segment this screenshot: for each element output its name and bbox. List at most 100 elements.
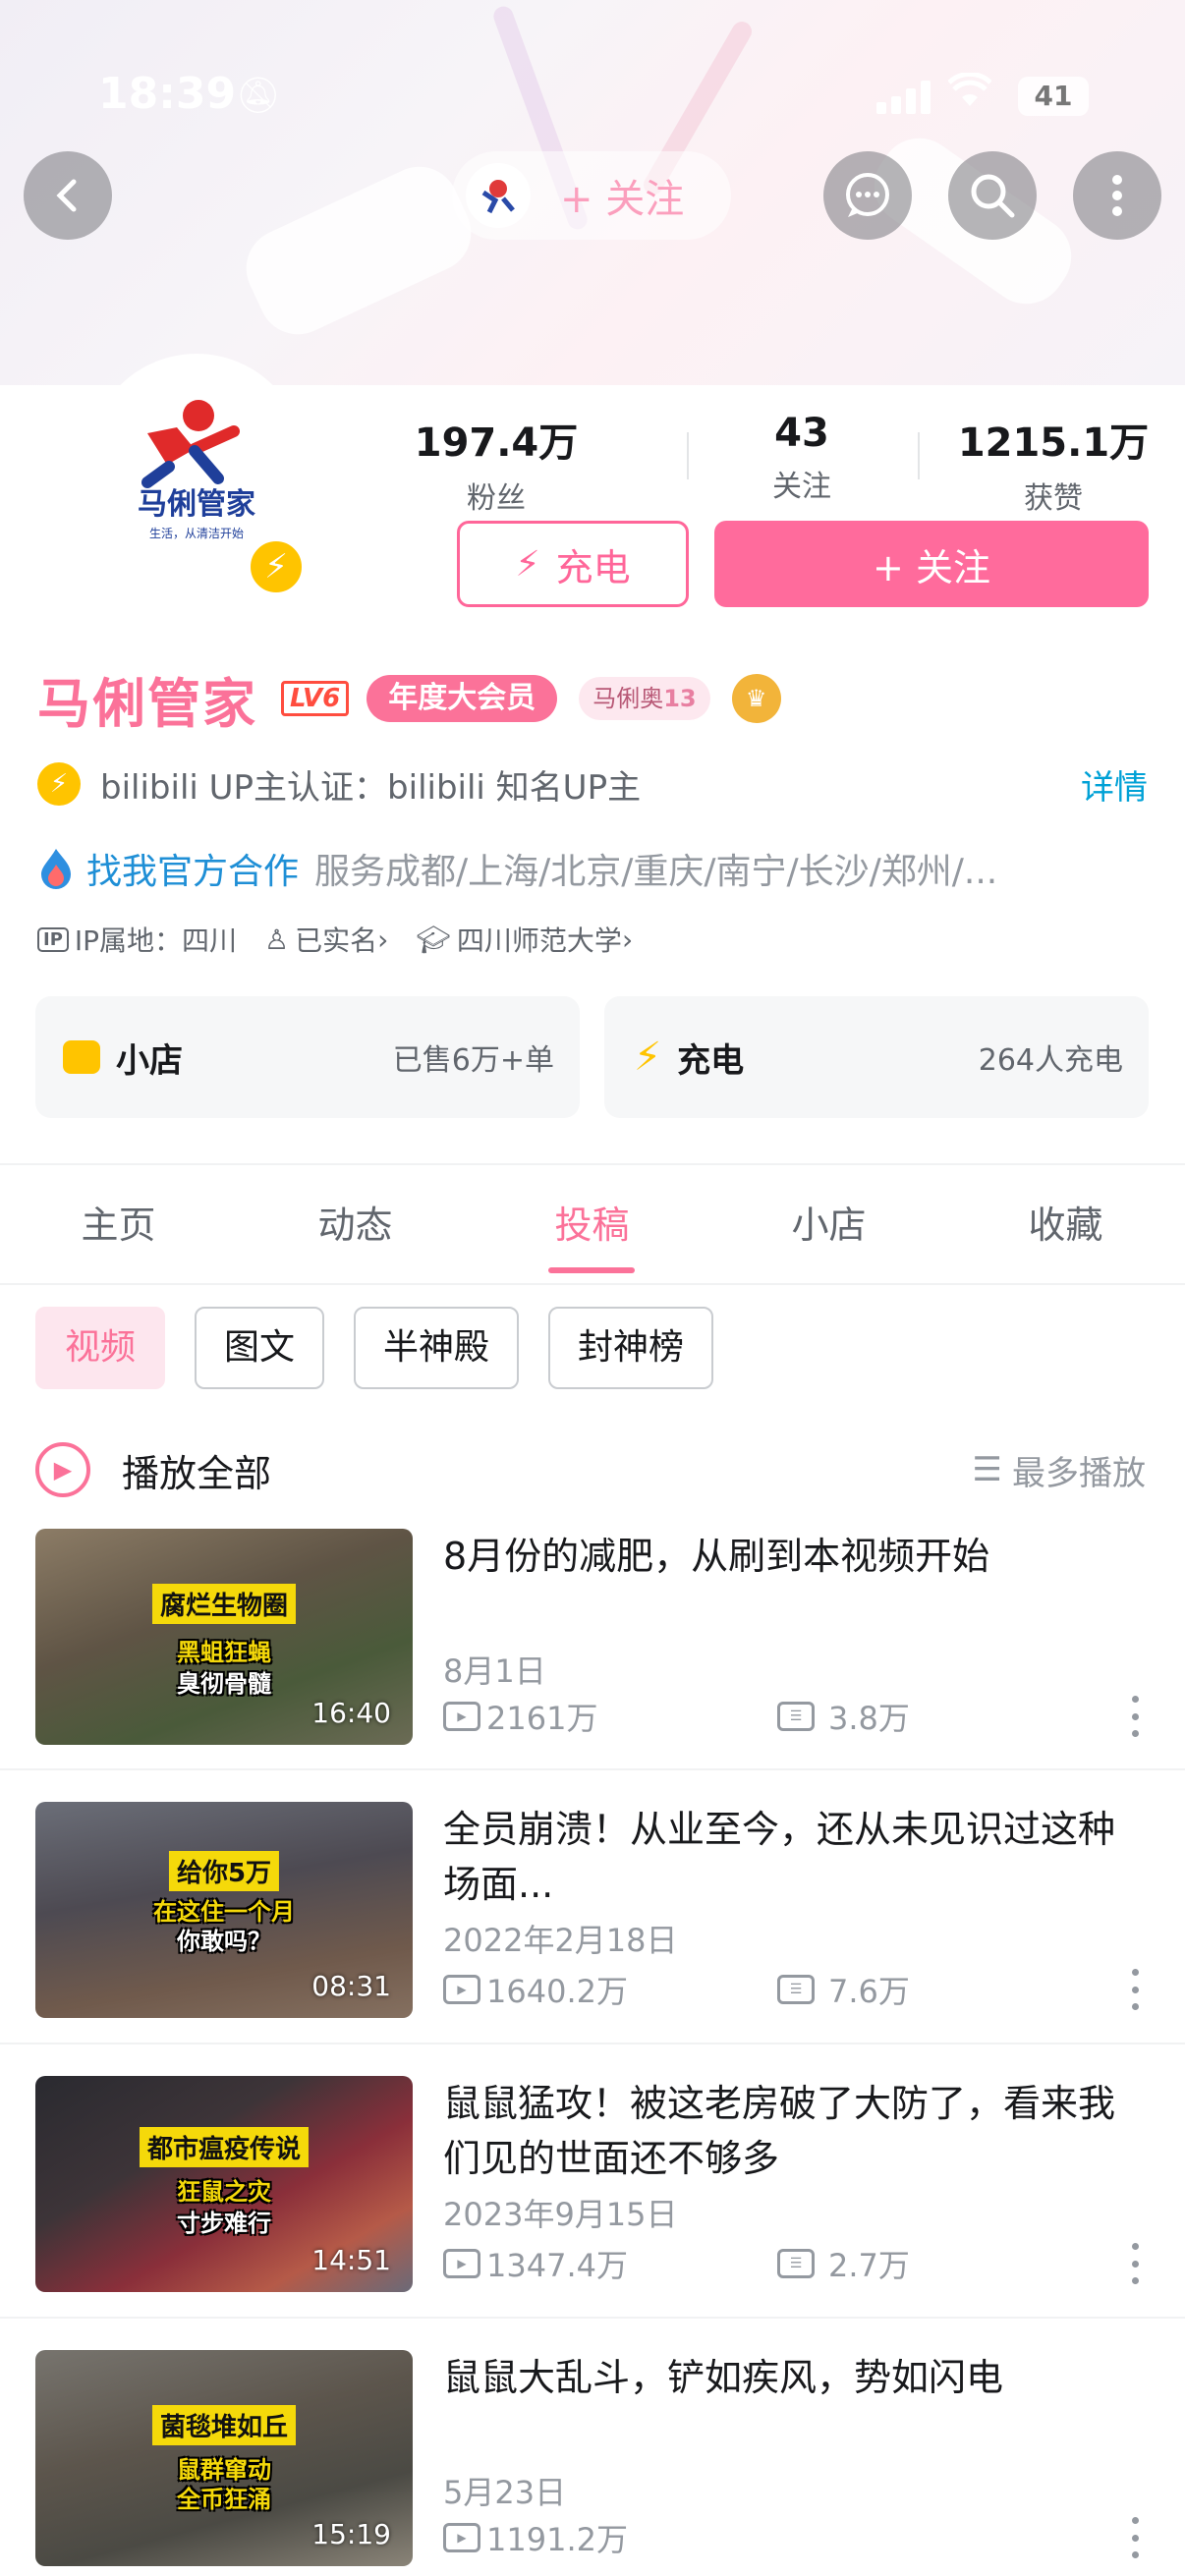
cellular-signal-icon [876, 79, 931, 114]
fan-medal-name: 马俐奥 [592, 685, 664, 712]
play-all-row: ▶ 播放全部 ☰ 最多播放 [35, 1440, 1146, 1499]
stat-divider [918, 432, 920, 479]
brand-logo-text: 马俐管家 [138, 487, 255, 522]
play-all-button[interactable]: 播放全部 [122, 1443, 271, 1497]
back-button[interactable] [24, 151, 112, 240]
stat-followers[interactable]: 197.4万 粉丝 [378, 411, 614, 517]
chevron-right-icon: › [377, 923, 389, 956]
chevron-left-icon [56, 179, 77, 212]
video-item[interactable]: 给你5万 在这住一个月 你敢吗？ 08:31 全员崩溃！从业至今，还从未见识过这… [35, 1802, 1150, 2018]
thumbnail-caption: 给你5万 [168, 1851, 280, 1891]
thumbnail-caption: 都市瘟疫传说 [139, 2127, 310, 2167]
play-count-icon: ▶ [443, 1975, 480, 2004]
video-title[interactable]: 8月份的减肥，从刷到本视频开始 [443, 1529, 1151, 1584]
stat-value: 1215.1万 [957, 420, 1150, 466]
video-title[interactable]: 鼠鼠大乱斗，铲如疾风，势如闪电 [443, 2350, 1151, 2405]
fan-medal[interactable]: 马俐奥13 [579, 677, 710, 720]
name-row: 马俐管家 LV6 年度大会员 马俐奥13 ♛ [37, 664, 781, 735]
danmaku-icon: ☰ [777, 1702, 815, 1731]
video-duration: 08:31 [311, 1970, 391, 2002]
tab-shop[interactable]: 小店 [710, 1167, 947, 1283]
video-item[interactable]: 都市瘟疫传说 狂鼠之灾 寸步难行 14:51 鼠鼠猛攻！被这老房破了大防了，看来… [35, 2076, 1150, 2292]
chip-hall-of-fame[interactable]: 封神榜 [548, 1307, 714, 1389]
business-cooperation-link[interactable]: 找我官方合作 [86, 843, 299, 894]
lightning-icon: ⚡︎ [634, 1035, 662, 1080]
tab-dynamics[interactable]: 动态 [237, 1167, 474, 1283]
lightning-icon: ⚡︎ [515, 543, 540, 585]
section-divider [0, 1163, 1185, 1165]
video-more-button[interactable] [1120, 2239, 1150, 2288]
battery-indicator: 41 [1018, 77, 1089, 116]
play-count-icon: ▶ [443, 2249, 480, 2278]
video-more-button[interactable] [1120, 1692, 1150, 1741]
certification-detail-link[interactable]: 详情 [1081, 760, 1148, 809]
brand-logo-slogan: 生活，从清洁开始 [149, 527, 244, 540]
video-thumbnail[interactable]: 给你5万 在这住一个月 你敢吗？ 08:31 [35, 1802, 413, 2018]
video-title[interactable]: 鼠鼠猛攻！被这老房破了大防了，看来我们见的世面还不够多 [443, 2076, 1151, 2186]
crown-badge-icon[interactable]: ♛ [731, 674, 781, 723]
real-name-verified[interactable]: ♙ 已实名 › [264, 920, 388, 959]
sort-label: 最多播放 [1012, 1453, 1146, 1493]
sort-selector[interactable]: ☰ 最多播放 [973, 1446, 1146, 1494]
certification-text: bilibili UP主认证：bilibili 知名UP主 [100, 767, 642, 808]
video-stats: ▶ 1640.2万 ☰ 7.6万 [443, 1967, 910, 2012]
mini-avatar [466, 163, 531, 228]
wifi-icon [947, 71, 992, 118]
graduation-cap-icon: 🎓︎ [416, 923, 451, 956]
stat-value: 43 [774, 411, 829, 456]
shop-card[interactable]: 小店 已售6万+单 [35, 996, 580, 1118]
ip-location-text: IP属地：四川 [74, 924, 238, 957]
stat-label: 关注 [772, 470, 831, 504]
view-count: 1640.2万 [486, 1973, 628, 2010]
play-count-icon: ▶ [443, 2523, 480, 2552]
video-thumbnail[interactable]: 都市瘟疫传说 狂鼠之灾 寸步难行 14:51 [35, 2076, 413, 2292]
video-date: 5月23日 [443, 2474, 567, 2511]
header-follow-pill[interactable]: + 关注 [452, 151, 731, 240]
vip-badge[interactable]: 年度大会员 [367, 675, 558, 722]
list-divider [0, 2043, 1185, 2044]
ip-icon: IP [37, 926, 69, 952]
video-item[interactable]: 腐烂生物圈 黑蛆狂蝇 臭彻骨髓 16:40 8月份的减肥，从刷到本视频开始 8月… [35, 1529, 1150, 1745]
content-filter-chips: 视频 图文 半神殿 封神榜 [35, 1307, 714, 1389]
school[interactable]: 🎓︎ 四川师范大学 › [416, 920, 633, 959]
video-stats: ▶ 1347.4万 ☰ 2.7万 [443, 2241, 910, 2286]
tab-submissions[interactable]: 投稿 [474, 1167, 710, 1283]
video-stats: ▶ 2161万 ☰ 3.8万 [443, 1694, 910, 1739]
video-duration: 14:51 [311, 2244, 391, 2276]
stat-likes[interactable]: 1215.1万 获赞 [935, 411, 1171, 517]
service-cities: 服务成都/上海/北京/重庆/南宁/长沙/郑州/... [314, 852, 998, 892]
video-thumbnail[interactable]: 腐烂生物圈 黑蛆狂蝇 臭彻骨髓 16:40 [35, 1529, 413, 1745]
chip-article[interactable]: 图文 [195, 1307, 325, 1389]
message-button[interactable] [823, 151, 912, 240]
more-vertical-icon [1112, 175, 1122, 216]
play-circle-icon[interactable]: ▶ [35, 1442, 90, 1497]
more-options-button[interactable] [1073, 151, 1161, 240]
danmaku-count: 3.8万 [828, 1700, 910, 1737]
video-item[interactable]: 菌毯堆如丘 鼠群窜动 全币狂涌 15:19 鼠鼠大乱斗，铲如疾风，势如闪电 5月… [35, 2350, 1150, 2566]
video-more-button[interactable] [1120, 1965, 1150, 2014]
search-button[interactable] [948, 151, 1037, 240]
video-more-button[interactable] [1120, 2513, 1150, 2562]
video-thumbnail[interactable]: 菌毯堆如丘 鼠群窜动 全币狂涌 15:19 [35, 2350, 413, 2566]
danmaku-count: 2.7万 [828, 2247, 910, 2284]
brand-logo: 马俐管家 生活，从清洁开始 [138, 400, 255, 540]
flame-icon [41, 849, 71, 889]
fan-medal-level: 13 [663, 685, 697, 712]
chip-demigod-hall[interactable]: 半神殿 [354, 1307, 520, 1389]
thumbnail-caption: 腐烂生物圈 [151, 1584, 297, 1624]
charge-button[interactable]: ⚡︎ 充电 [457, 521, 689, 607]
charge-card[interactable]: ⚡︎ 充电 264人充电 [604, 996, 1149, 1118]
tabs-divider [0, 1283, 1185, 1285]
follow-button[interactable]: + 关注 [714, 521, 1149, 607]
tab-home[interactable]: 主页 [0, 1167, 237, 1283]
lightning-cert-icon: ⚡︎ [37, 762, 81, 806]
play-count-icon: ▶ [443, 1702, 480, 1731]
danmaku-icon: ☰ [777, 2249, 815, 2278]
tab-favorites[interactable]: 收藏 [947, 1167, 1184, 1283]
chip-video[interactable]: 视频 [35, 1307, 166, 1389]
video-title[interactable]: 全员崩溃！从业至今，还从未见识过这种场面... [443, 1802, 1151, 1912]
thumbnail-caption: 菌毯堆如丘 [151, 2405, 297, 2445]
header-follow-label: + 关注 [560, 177, 685, 222]
shop-card-title: 小店 [116, 1040, 183, 1081]
stat-following[interactable]: 43 关注 [684, 411, 920, 505]
